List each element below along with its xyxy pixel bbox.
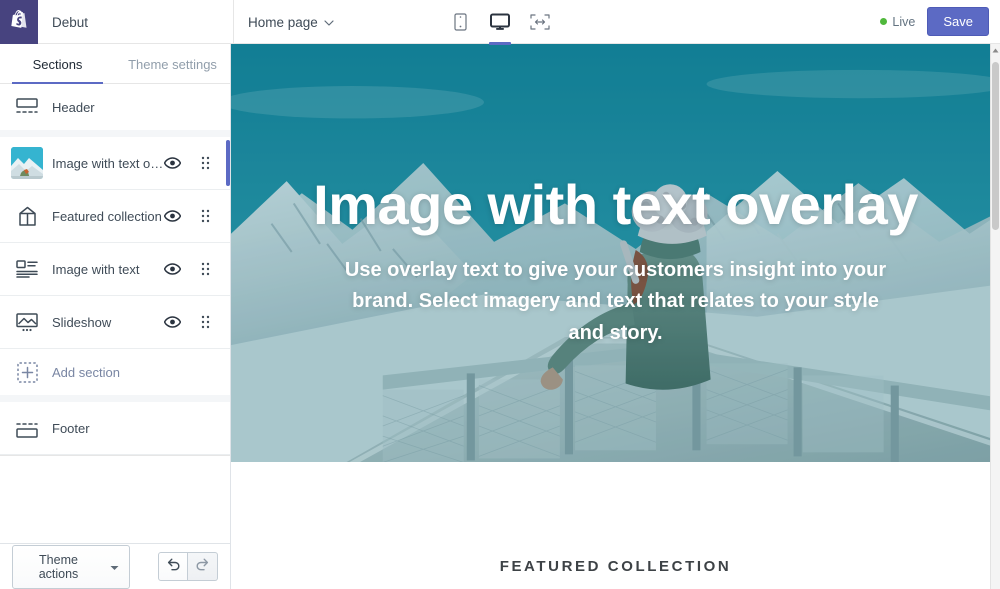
scroll-up-icon[interactable] [991, 44, 1000, 56]
sidebar-item-image-with-text-overlay[interactable]: Image with text ov… [0, 137, 230, 190]
sidebar-item-image-with-text[interactable]: Image with text [0, 243, 230, 296]
sidebar-item-featured-collection[interactable]: Featured collection [0, 190, 230, 243]
page-selector-label: Home page [248, 14, 318, 30]
chevron-down-icon [324, 18, 334, 27]
image-with-text-icon [14, 256, 40, 282]
header-icon [14, 94, 40, 120]
mobile-icon [453, 11, 467, 33]
sections-list: Header Image with text ov… Featured coll… [0, 84, 230, 543]
sidebar-item-actions [164, 262, 216, 276]
desktop-icon [490, 11, 510, 33]
tab-sections-label: Sections [32, 56, 83, 72]
undo-button[interactable] [158, 552, 188, 581]
sidebar-item-actions [164, 315, 216, 329]
footer-icon [14, 415, 40, 441]
theme-name-label: Debut [52, 14, 89, 30]
shopify-logo[interactable] [0, 0, 38, 44]
theme-actions-button[interactable]: Theme actions [12, 544, 130, 589]
sidebar-empty-space [0, 455, 230, 456]
hero-text-block: Image with text overlay Use overlay text… [231, 44, 1000, 462]
sidebar-item-actions [164, 209, 216, 223]
preview-scrollbar-thumb[interactable] [992, 62, 999, 230]
drag-handle-icon[interactable] [201, 209, 210, 223]
section-thumbnail-image [11, 147, 43, 179]
eye-icon[interactable] [164, 316, 181, 328]
undo-icon [166, 557, 181, 576]
hero-subtitle: Use overlay text to give your customers … [344, 258, 887, 344]
hero-title: Image with text overlay [313, 173, 918, 236]
drag-handle-icon[interactable] [201, 156, 210, 170]
sidebar-item-label: Image with text [52, 261, 140, 277]
sidebar-item-slideshow[interactable]: Slideshow [0, 296, 230, 349]
top-bar-right: Live Save [880, 0, 1000, 43]
sidebar-item-label: Footer [52, 420, 90, 436]
redo-button[interactable] [188, 552, 218, 581]
preview-pane: Image with text overlay Use overlay text… [231, 44, 1000, 589]
sidebar-footer: Theme actions [0, 543, 230, 589]
tab-sections[interactable]: Sections [0, 44, 115, 85]
desktop-preview-button[interactable] [487, 7, 513, 45]
collection-icon [14, 203, 40, 229]
featured-collection-section: FEATURED COLLECTION [231, 462, 1000, 589]
theme-editor-app: Debut Home page Live Save Sections Theme… [0, 0, 1000, 589]
page-selector[interactable]: Home page [234, 0, 347, 44]
tab-theme-settings-label: Theme settings [128, 56, 217, 72]
sidebar-item-label: Header [52, 99, 95, 115]
sidebar-item-header[interactable]: Header [0, 84, 230, 137]
save-button[interactable]: Save [927, 6, 989, 37]
featured-collection-title: FEATURED COLLECTION [499, 558, 732, 575]
editor-body: Sections Theme settings Header Image wit… [0, 44, 1000, 589]
theme-actions-label: Theme actions [38, 552, 79, 581]
eye-icon[interactable] [164, 263, 181, 275]
sidebar-item-footer[interactable]: Footer [0, 402, 230, 455]
sidebar-item-label: Slideshow [52, 314, 112, 330]
slideshow-icon [14, 309, 40, 335]
full-width-icon [530, 11, 550, 33]
live-dot-icon [880, 18, 888, 25]
sidebar-item-actions [164, 156, 216, 170]
theme-name: Debut [38, 0, 234, 44]
add-section-button[interactable]: Add section [0, 349, 230, 402]
sidebar-item-label: Image with text ov… [52, 155, 164, 171]
eye-icon[interactable] [164, 157, 181, 169]
caret-down-icon [110, 560, 119, 574]
sidebar: Sections Theme settings Header Image wit… [0, 44, 231, 589]
add-section-label: Add section [52, 364, 120, 380]
status-badge-label: Live [892, 14, 916, 29]
mobile-preview-button[interactable] [447, 7, 473, 37]
top-bar: Debut Home page Live Save [0, 0, 1000, 45]
status-badge: Live [880, 15, 915, 29]
storefront-preview[interactable]: Image with text overlay Use overlay text… [231, 44, 1000, 589]
full-width-preview-button[interactable] [527, 7, 553, 37]
add-section-icon [14, 359, 40, 385]
hero-section[interactable]: Image with text overlay Use overlay text… [231, 44, 1000, 462]
tab-theme-settings[interactable]: Theme settings [115, 44, 230, 84]
drag-handle-icon[interactable] [201, 315, 210, 329]
eye-icon[interactable] [164, 210, 181, 222]
undo-redo-group [158, 552, 218, 581]
sidebar-item-label: Featured collection [52, 208, 162, 224]
preview-scrollbar[interactable] [990, 44, 1000, 589]
sidebar-tabs: Sections Theme settings [0, 44, 230, 85]
drag-handle-icon[interactable] [201, 262, 210, 276]
redo-icon [195, 557, 210, 576]
